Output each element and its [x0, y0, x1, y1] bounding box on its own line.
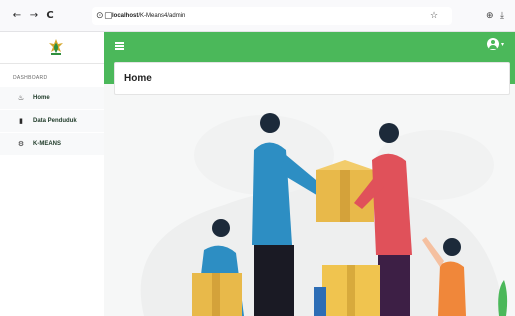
download-icon[interactable]: ⤓	[500, 10, 504, 22]
sidebar-item-label: Data Penduduk	[33, 118, 77, 124]
sidebar-item-label: K-MEANS	[33, 141, 61, 147]
people-boxes-illustration	[140, 113, 508, 316]
url-text: localhost/K-Means4/admin	[112, 13, 186, 19]
sidebar-item-label: Home	[33, 95, 50, 101]
bookmark-star-icon[interactable]: ☆	[430, 10, 438, 22]
caret-down-icon: ▾	[501, 41, 505, 48]
cogs-icon: ⚙	[17, 140, 25, 148]
file-icon: ▮	[19, 117, 23, 125]
sidebar: DASHBOARD ♨ Home ▮ Data Penduduk ⚙ K-MEA…	[0, 32, 104, 316]
back-icon[interactable]: ←	[11, 10, 23, 22]
avatar-icon	[487, 38, 499, 50]
flame-icon: ♨	[17, 94, 25, 102]
menu-toggle-icon[interactable]	[115, 42, 124, 50]
page-title: Home	[124, 73, 152, 84]
page-header-card: Home	[114, 62, 510, 95]
reload-icon[interactable]: C	[44, 10, 56, 22]
brand-logo	[49, 39, 63, 55]
sidebar-item-data-penduduk[interactable]: ▮ Data Penduduk	[0, 110, 104, 132]
sidebar-item-kmeans[interactable]: ⚙ K-MEANS	[0, 133, 104, 155]
user-menu-button[interactable]: ▾	[487, 38, 507, 50]
shield-icon: ⊙	[96, 11, 104, 21]
sidebar-heading: DASHBOARD	[13, 75, 48, 81]
box-stack	[314, 265, 380, 316]
address-bar[interactable]: ⊙ ▢ localhost/K-Means4/admin	[92, 7, 452, 25]
pocket-icon[interactable]: ⊕	[486, 10, 494, 22]
sidebar-brand[interactable]	[0, 32, 104, 64]
sidebar-item-home[interactable]: ♨ Home	[0, 87, 104, 109]
forward-icon[interactable]: →	[28, 10, 40, 22]
browser-toolbar: ← → C ⊙ ▢ localhost/K-Means4/admin ☆ ⊕ ⤓	[0, 0, 515, 32]
